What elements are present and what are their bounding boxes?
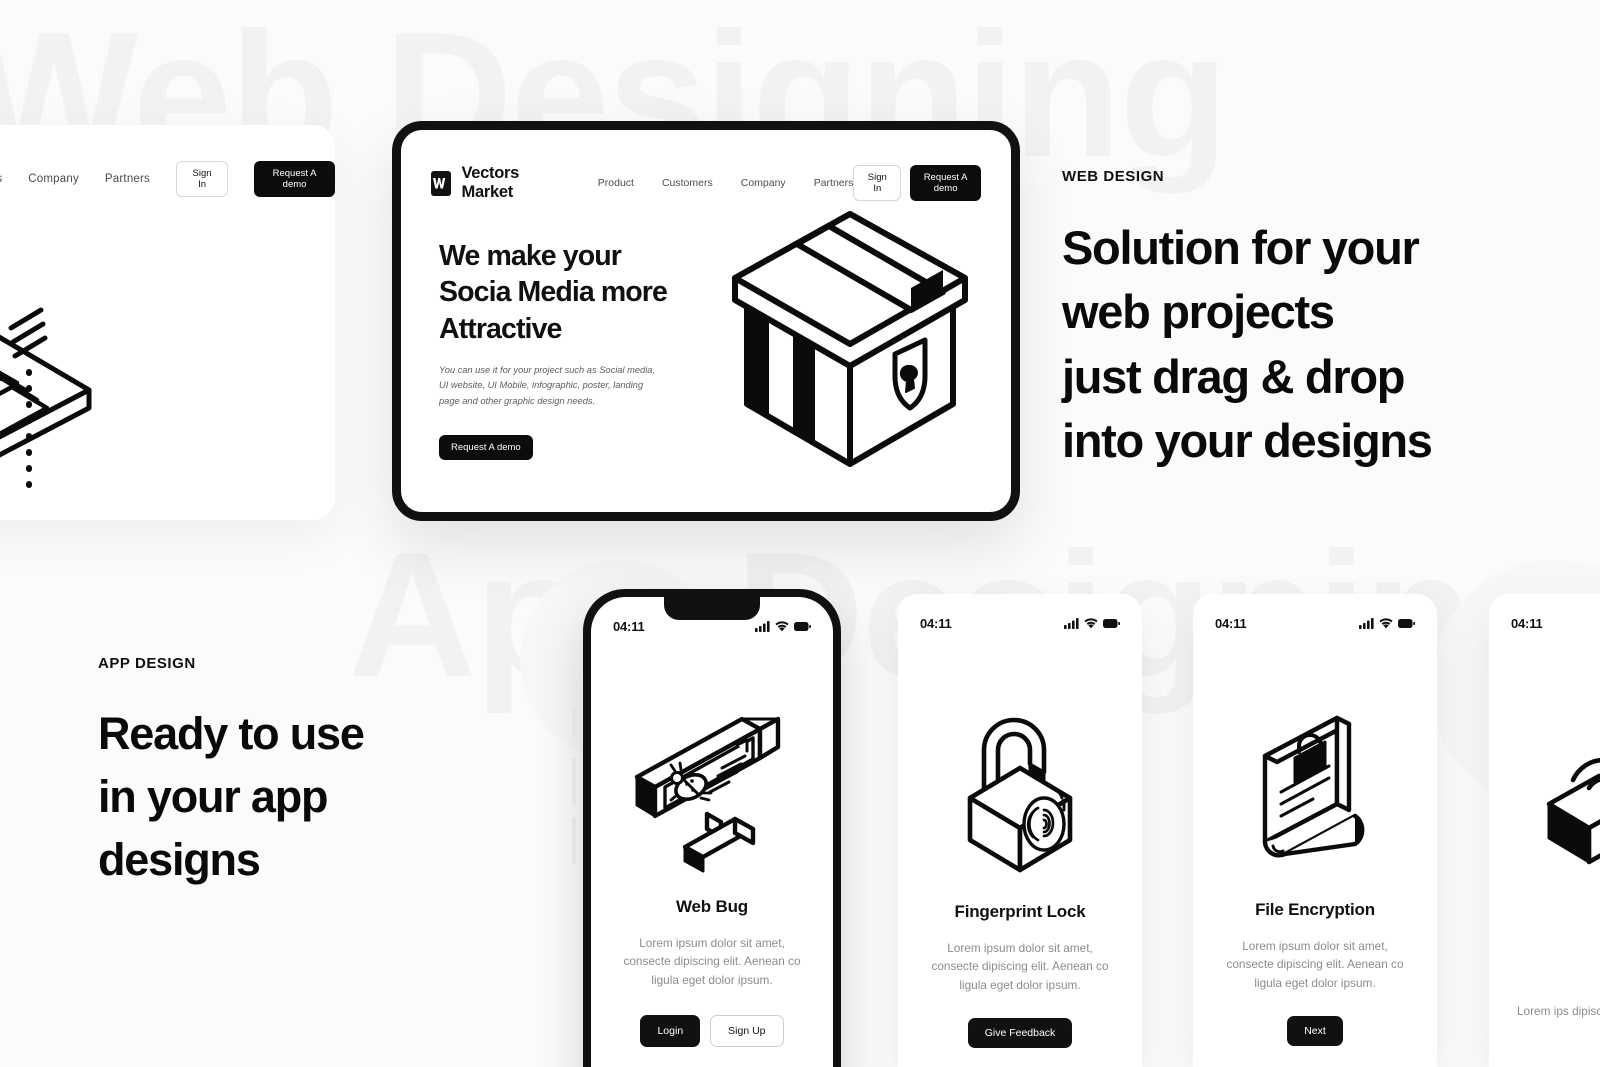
status-icons [755, 620, 811, 632]
phone-description: Lorem ips dipiscing [1517, 1004, 1600, 1018]
left-nav-item-partners[interactable]: Partners [105, 173, 150, 185]
web-design-section: WEB DESIGN Solution for your web project… [1062, 168, 1582, 474]
battery-icon [1103, 618, 1120, 628]
design-showcase-stage: stomers Company Partners Sign In Request… [0, 0, 1600, 1067]
hero-line-2: Socia Media more [439, 276, 668, 309]
partial-illustration [1489, 708, 1600, 878]
status-bar: 04:11 [1489, 606, 1600, 640]
hero-line-1: We make your [439, 240, 622, 272]
left-request-demo-button[interactable]: Request A demo [254, 161, 335, 197]
phone-description: Lorem ipsum dolor sit amet, consecte dip… [623, 936, 801, 987]
virus-laptop-illustration: VIRUS [0, 220, 125, 515]
status-bar: 04:11 [898, 606, 1142, 640]
secure-box-illustration [711, 208, 989, 485]
phone-mockup-partial: 04:11 Lorem ips dipisc [1489, 594, 1600, 1067]
phone-title: Fingerprint Lock [954, 902, 1086, 921]
app-design-section: APP DESIGN Ready to use in your app desi… [98, 655, 528, 891]
hero-request-demo-button[interactable]: Request A demo [439, 434, 533, 460]
left-browser-card: stomers Company Partners Sign In Request… [0, 125, 335, 520]
hero-headline: We make your Socia Media more Attractive [439, 238, 699, 347]
menu-item-product[interactable]: Product [598, 177, 634, 189]
browser-navbar: Vectors Market Product Customers Company… [401, 164, 1011, 202]
phone-title: Web Bug [676, 897, 748, 916]
browser-actions: Sign In Request A demo [853, 165, 981, 201]
app-headline-line-3: designs [98, 834, 261, 885]
phone-volume-down-button[interactable] [572, 817, 576, 865]
web-bug-illustration [591, 701, 833, 881]
status-time: 04:11 [1511, 615, 1543, 631]
hero-line-3: Attractive [439, 312, 562, 345]
browser-mockup: Vectors Market Product Customers Company… [392, 121, 1020, 521]
status-icons [1359, 617, 1415, 629]
browser-hero: We make your Socia Media more Attractive… [439, 238, 699, 460]
app-headline-line-2: in your app [98, 771, 329, 822]
vectors-market-logo-icon [431, 170, 451, 196]
left-card-nav: stomers Company Partners Sign In Request… [0, 161, 335, 197]
sign-in-button[interactable]: Sign In [853, 165, 902, 201]
browser-menu: Product Customers Company Partners [598, 177, 854, 189]
phone-volume-button[interactable] [572, 707, 576, 737]
wifi-icon [775, 620, 789, 631]
battery-icon [1398, 618, 1415, 628]
wifi-icon [1379, 617, 1393, 628]
left-sign-in-button[interactable]: Sign In [175, 161, 229, 197]
brand-logo[interactable]: Vectors Market [431, 164, 550, 202]
web-headline-line-3: just drag & drop [1062, 349, 1405, 403]
web-design-headline: Solution for your web projects just drag… [1062, 216, 1582, 474]
phone-screen: 04:11 Web Bug Lorem ipsum dolor sit amet… [591, 597, 833, 1067]
phone-volume-up-button[interactable] [572, 757, 576, 805]
status-time: 04:11 [920, 615, 952, 631]
signal-bars-icon [1064, 617, 1079, 629]
web-headline-line-4: into your designs [1062, 414, 1433, 468]
signal-bars-icon [755, 620, 770, 632]
phone-mockup-fingerprint-lock: 04:11 Fingerprint Lock Lorem ipsum dolor… [898, 594, 1142, 1067]
status-icons [1064, 617, 1120, 629]
menu-item-company[interactable]: Company [741, 177, 786, 189]
menu-item-customers[interactable]: Customers [662, 177, 713, 189]
fingerprint-lock-illustration [898, 702, 1142, 884]
request-demo-button[interactable]: Request A demo [910, 165, 981, 201]
phone-description: Lorem ipsum dolor sit amet, consecte dip… [931, 941, 1109, 992]
left-nav-item-company[interactable]: Company [28, 173, 79, 185]
web-headline-line-1: Solution for your [1062, 221, 1420, 274]
web-headline-line-2: web projects [1062, 285, 1335, 339]
file-encryption-illustration [1193, 700, 1437, 882]
login-button[interactable]: Login [640, 1014, 701, 1047]
phone-title: File Encryption [1255, 900, 1375, 919]
status-bar: 04:11 [1193, 606, 1437, 640]
status-time: 04:11 [613, 618, 645, 634]
left-nav-item-customers[interactable]: stomers [0, 173, 2, 185]
phone-mockup-web-bug: 04:11 Web Bug Lorem ipsum dolor sit amet… [572, 589, 841, 1067]
web-design-eyebrow: WEB DESIGN [1062, 168, 1165, 185]
sign-up-button[interactable]: Sign Up [710, 1014, 784, 1047]
phone-description: Lorem ipsum dolor sit amet, consecte dip… [1226, 939, 1404, 990]
brand-name: Vectors Market [461, 164, 520, 201]
give-feedback-button[interactable]: Give Feedback [967, 1017, 1073, 1048]
app-headline-line-1: Ready to use [98, 708, 365, 759]
app-design-headline: Ready to use in your app designs [98, 702, 528, 891]
status-time: 04:11 [1215, 615, 1247, 631]
phone-mockup-file-encryption: 04:11 File Encryption Lorem ipsum dolor … [1193, 594, 1437, 1067]
menu-item-partners[interactable]: Partners [814, 177, 854, 189]
app-design-eyebrow: APP DESIGN [98, 655, 196, 672]
wifi-icon [1084, 617, 1098, 628]
hero-subtext: You can use it for your project such as … [439, 365, 656, 406]
phone-notch [664, 597, 760, 620]
battery-icon [794, 621, 811, 631]
signal-bars-icon [1359, 617, 1374, 629]
next-button[interactable]: Next [1287, 1015, 1343, 1046]
